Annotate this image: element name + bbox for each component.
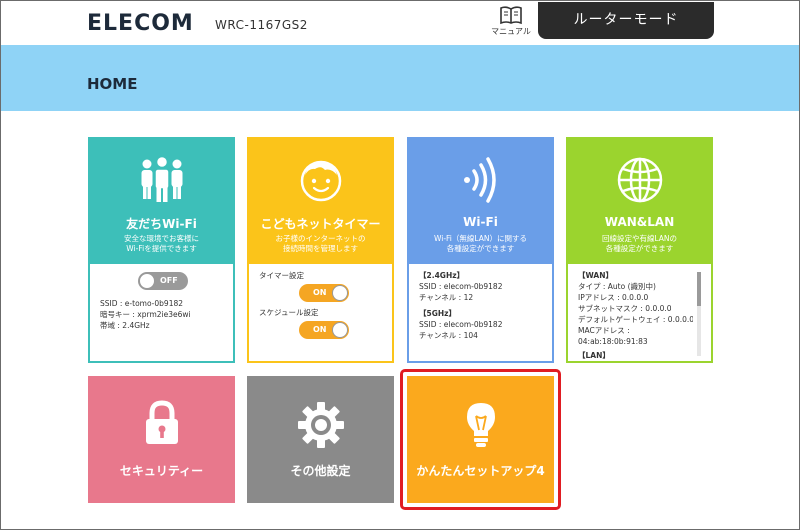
friend-wifi-desc: 安全な環境でお客様に Wi-Fiを提供できます [124,234,199,253]
security-label: セキュリティー [119,464,204,478]
toggle-knob [332,322,348,338]
book-icon [500,6,522,25]
gear-icon [297,402,344,448]
friend-wifi-header[interactable]: 友だちWi-Fi 安全な環境でお客様に Wi-Fiを提供できます [88,137,235,264]
wan-lan-scrollbar[interactable] [697,272,701,356]
scrollbar-thumb[interactable] [697,272,701,306]
wan-type: タイプ : Auto (識別中) [578,282,656,291]
wifi-5ghz-heading: 【5GHz】 [419,309,457,318]
kids-timer-desc: お子様のインターネットの 接続時間を管理します [275,234,366,253]
lock-icon [145,400,178,444]
wifi-5ghz-channel: チャンネル : 104 [419,331,478,340]
light-bulb-icon [466,403,495,447]
wifi-body: 【2.4GHz】 SSID : elecom-0b9182 チャンネル : 12… [407,264,554,363]
wan-lan-header[interactable]: WAN&LAN 回線設定や有線LANの 各種設定ができます [566,137,713,264]
schedule-toggle[interactable]: ON [299,321,349,339]
wifi-signal-icon [463,157,496,203]
friend-wifi-body: OFF SSID : e-tomo-0b9182 暗号キー : xprm2ie3… [88,264,235,363]
friend-wifi-tile: 友だちWi-Fi 安全な環境でお客様に Wi-Fiを提供できます OFF SSI… [88,137,235,363]
timer-setting-label: タイマー設定 [259,271,304,280]
manual-button[interactable]: マニュアル [489,5,533,43]
security-button[interactable]: セキュリティー [88,376,235,503]
timer-toggle[interactable]: ON [299,284,349,302]
lan-heading: 【LAN】 [578,351,610,359]
page-title: HOME [87,75,138,93]
header: ELECOM WRC-1167GS2 マニュアル ルーターモード HOME [1,1,799,111]
wan-mac-label: MACアドレス : [578,326,630,335]
friend-wifi-band: 帯域 : 2.4GHz [100,321,150,330]
wifi-tile: Wi-Fi Wi-Fi（無線LAN）に関する 各種設定ができます 【2.4GHz… [407,137,554,363]
friend-wifi-ssid: SSID : e-tomo-0b9182 [100,299,184,308]
wifi-title: Wi-Fi [463,215,498,229]
wifi-24ghz-heading: 【2.4GHz】 [419,271,465,280]
wan-lan-scroll-area[interactable]: 【WAN】 タイプ : Auto (識別中) IPアドレス : 0.0.0.0 … [578,270,693,359]
other-settings-button[interactable]: その他設定 [247,376,394,503]
top-bar: ELECOM WRC-1167GS2 マニュアル ルーターモード [1,1,799,45]
wan-mac: 04:ab:18:0b:91:83 [578,337,648,346]
kids-timer-tile: こどもネットタイマー お子様のインターネットの 接続時間を管理します タイマー設… [247,137,394,363]
wan-lan-body: 【WAN】 タイプ : Auto (識別中) IPアドレス : 0.0.0.0 … [566,264,713,363]
kids-timer-body: タイマー設定 ON スケジュール設定 ON [247,264,394,363]
wan-lan-desc: 回線設定や有線LANの 各種設定ができます [601,234,678,253]
wan-gateway: デフォルトゲートウェイ : 0.0.0.0 [578,315,693,324]
kids-timer-header[interactable]: こどもネットタイマー お子様のインターネットの 接続時間を管理します [247,137,394,264]
brand-logo: ELECOM [87,11,194,36]
other-settings-label: その他設定 [290,464,351,478]
wan-lan-title: WAN&LAN [604,215,675,229]
easy-setup-button[interactable]: かんたんセットアップ4 [407,376,554,503]
model-name: WRC-1167GS2 [215,18,308,32]
kids-timer-title: こどもネットタイマー [260,217,381,231]
wifi-5ghz-ssid: SSID : elecom-0b9182 [419,320,503,329]
manual-label: マニュアル [491,27,531,36]
globe-icon [617,157,662,203]
wan-subnet: サブネットマスク : 0.0.0.0 [578,304,672,313]
wifi-desc: Wi-Fi（無線LAN）に関する 各種設定ができます [434,234,527,253]
schedule-setting-label: スケジュール設定 [259,308,319,317]
toggle-knob [139,273,155,289]
friend-wifi-key: 暗号キー : xprm2ie3e6wi [100,310,191,319]
easy-setup-label: かんたんセットアップ4 [416,464,545,478]
toggle-knob [332,285,348,301]
wifi-header[interactable]: Wi-Fi Wi-Fi（無線LAN）に関する 各種設定ができます [407,137,554,264]
child-face-icon [300,160,341,202]
wan-heading: 【WAN】 [578,271,614,280]
wifi-24ghz-ssid: SSID : elecom-0b9182 [419,282,503,291]
friend-wifi-title: 友だちWi-Fi [126,217,197,231]
people-icon [141,155,182,202]
wan-ip: IPアドレス : 0.0.0.0 [578,293,649,302]
wan-lan-tile: WAN&LAN 回線設定や有線LANの 各種設定ができます 【WAN】 タイプ … [566,137,713,363]
wifi-24ghz-channel: チャンネル : 12 [419,293,474,302]
router-mode-button[interactable]: ルーターモード [538,2,714,39]
friend-wifi-toggle[interactable]: OFF [138,272,188,290]
